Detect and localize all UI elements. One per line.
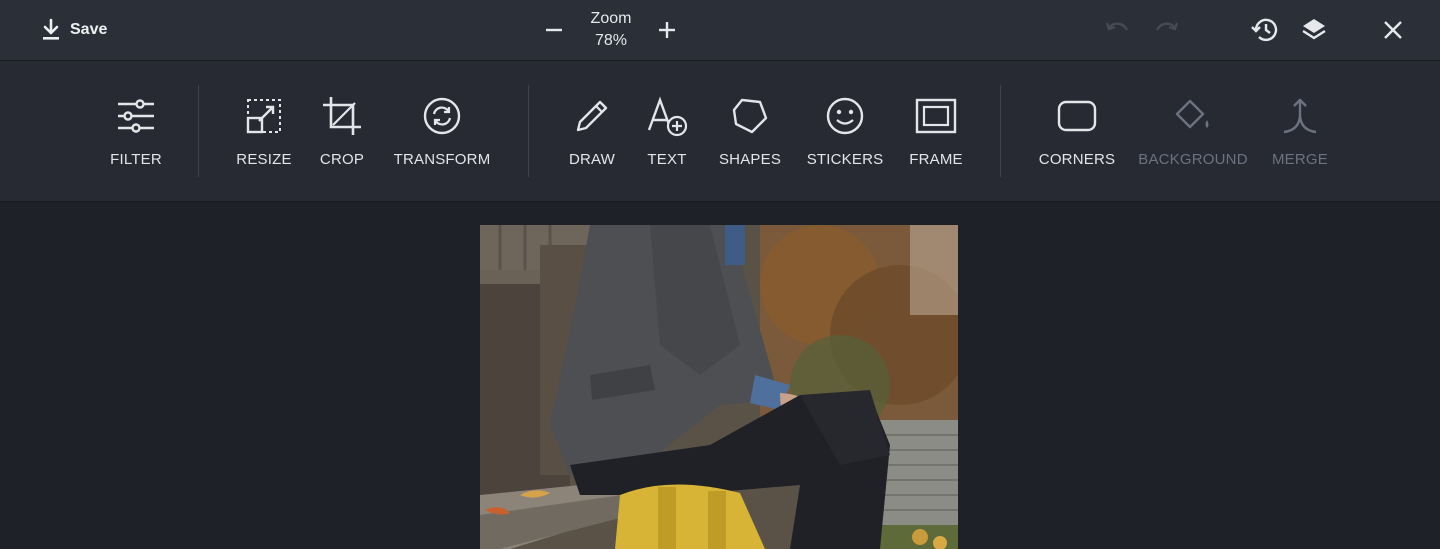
zoom-label: Zoom (590, 10, 632, 27)
tool-shapes-label: SHAPES (718, 151, 782, 168)
text-add-icon (647, 96, 688, 137)
canvas-area[interactable] (0, 202, 1440, 549)
tool-corners-label: CORNERS (1038, 151, 1116, 168)
close-icon[interactable] (1377, 14, 1409, 46)
tool-draw-label: DRAW (568, 151, 616, 168)
zoom-value: 78% (594, 32, 628, 49)
merge-icon (1283, 98, 1317, 134)
divider (198, 85, 199, 177)
tool-transform-label: TRANSFORM (393, 151, 491, 168)
paint-bucket-icon (1175, 99, 1209, 129)
tool-background-label: BACKGROUND (1138, 151, 1248, 168)
save-label: Save (70, 21, 108, 38)
tool-background[interactable]: BACKGROUND (1136, 61, 1250, 201)
tool-frame-label: FRAME (909, 151, 963, 168)
tool-resize-label: RESIZE (236, 151, 292, 168)
tool-text-label: TEXT (647, 151, 687, 168)
resize-icon (246, 99, 281, 134)
history-icon[interactable] (1249, 14, 1281, 46)
undo-icon[interactable] (1101, 14, 1133, 46)
tool-frame[interactable]: FRAME (896, 61, 976, 201)
zoom-control: Zoom 78% (540, 0, 680, 60)
divider (1000, 85, 1001, 177)
frame-icon (915, 98, 957, 134)
tool-bar: FILTER RESIZE CROP TRANSFORM DRAW TEXT S… (0, 61, 1440, 202)
save-button[interactable]: Save (40, 14, 107, 46)
tool-stickers-label: STICKERS (806, 151, 884, 168)
smiley-icon (826, 97, 864, 135)
tool-resize[interactable]: RESIZE (224, 61, 304, 201)
download-icon (43, 18, 59, 40)
redo-icon[interactable] (1151, 14, 1183, 46)
sliders-icon (118, 99, 154, 133)
tool-text[interactable]: TEXT (632, 61, 702, 201)
divider (528, 85, 529, 177)
layers-icon[interactable] (1298, 14, 1330, 46)
tool-shapes[interactable]: SHAPES (706, 61, 794, 201)
edited-photo[interactable] (480, 225, 958, 549)
tool-draw[interactable]: DRAW (552, 61, 632, 201)
tool-filter-label: FILTER (110, 151, 162, 168)
top-bar: Save Zoom 78% (0, 0, 1440, 61)
tool-crop-label: CROP (319, 151, 365, 168)
tool-merge-label: MERGE (1271, 151, 1328, 168)
crop-icon (323, 97, 361, 135)
tool-transform[interactable]: TRANSFORM (382, 61, 502, 201)
zoom-out-icon[interactable] (540, 16, 568, 44)
tool-corners[interactable]: CORNERS (1032, 61, 1122, 201)
zoom-readout: Zoom 78% (570, 8, 652, 52)
tool-stickers[interactable]: STICKERS (800, 61, 890, 201)
tool-merge[interactable]: MERGE (1260, 61, 1340, 201)
pencil-icon (576, 100, 608, 132)
rotate-icon (423, 97, 461, 135)
polygon-icon (732, 98, 768, 134)
tool-crop[interactable]: CROP (302, 61, 382, 201)
zoom-in-icon[interactable] (653, 16, 681, 44)
rounded-rect-icon (1057, 100, 1097, 132)
photo-image (480, 225, 958, 549)
tool-filter[interactable]: FILTER (96, 61, 176, 201)
